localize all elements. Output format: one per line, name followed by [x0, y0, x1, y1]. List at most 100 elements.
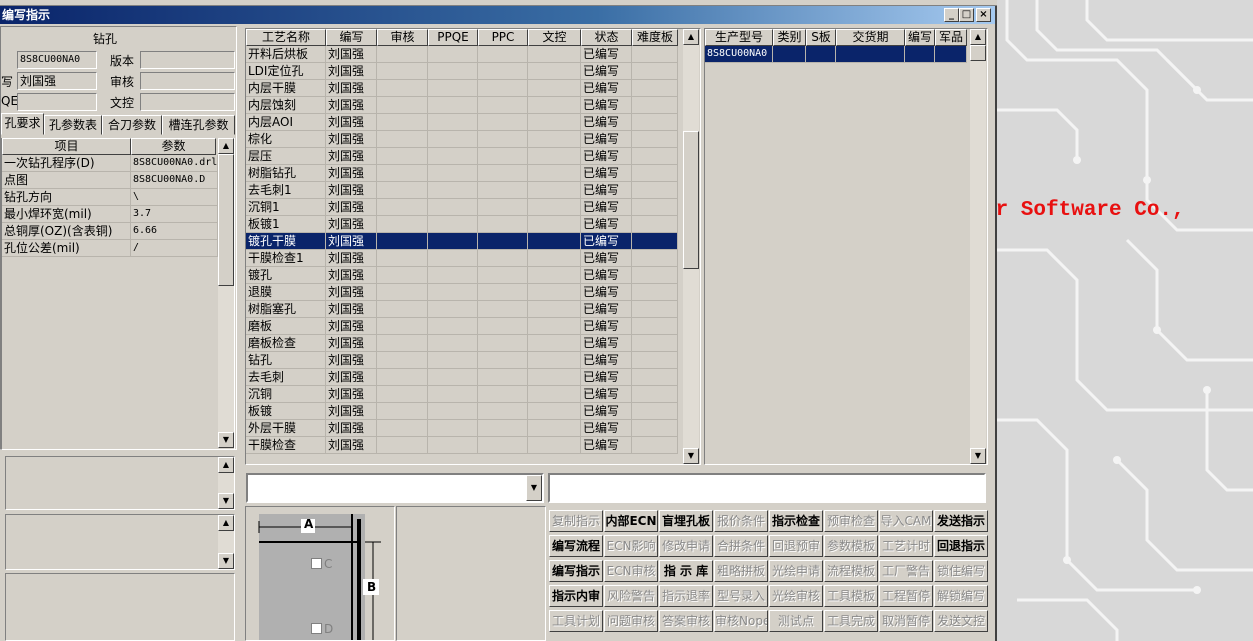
model-scrollbar[interactable]: ▲ ▼ [970, 29, 986, 464]
table-row[interactable]: 镀孔干膜 刘国强 已编写 [246, 233, 678, 250]
remark-input[interactable] [548, 473, 986, 503]
scroll-down-icon[interactable]: ▼ [218, 553, 234, 569]
doc-control-field[interactable] [140, 93, 235, 111]
chevron-down-icon[interactable]: ▼ [526, 475, 542, 501]
col-header-param[interactable]: 参数 [131, 138, 216, 155]
scroll-up-icon[interactable]: ▲ [218, 515, 234, 531]
action-button[interactable]: 工艺计时 [879, 535, 933, 557]
action-button[interactable]: 回退预审 [769, 535, 823, 557]
action-button[interactable]: 问题审核 [604, 610, 658, 632]
checkbox-d[interactable] [311, 623, 322, 634]
action-button[interactable]: 发送指示 [934, 510, 988, 532]
action-button[interactable]: 工程暂停 [879, 585, 933, 607]
action-button[interactable]: 测试点 [769, 610, 823, 632]
action-button[interactable]: 编写流程 [549, 535, 603, 557]
action-button[interactable]: 风险警告 [604, 585, 658, 607]
action-button[interactable]: 锁住编写 [934, 560, 988, 582]
table-row[interactable]: 磨板 刘国强 已编写 [246, 318, 678, 335]
table-row[interactable]: 退膜 刘国强 已编写 [246, 284, 678, 301]
table-row[interactable]: 内层AOI 刘国强 已编写 [246, 114, 678, 131]
scroll-thumb[interactable] [683, 131, 699, 269]
version-field[interactable] [140, 51, 235, 69]
param-scrollbar[interactable]: ▲ ▼ [218, 138, 234, 448]
minimize-button[interactable]: _ [944, 8, 959, 22]
action-button[interactable]: 工具完成 [824, 610, 878, 632]
param-row[interactable]: 最小焊环宽(mil) 3.7 [2, 206, 218, 223]
tab-hole-requirements[interactable]: 孔要求 [1, 113, 44, 135]
close-button[interactable]: × [976, 8, 991, 22]
process-scrollbar[interactable]: ▲ ▼ [683, 29, 699, 464]
action-button[interactable]: 报价条件 [714, 510, 768, 532]
table-row[interactable]: 树脂塞孔 刘国强 已编写 [246, 301, 678, 318]
action-button[interactable]: ECN影响 [604, 535, 658, 557]
action-button[interactable]: 预审检查 [824, 510, 878, 532]
table-row[interactable]: 沉铜 刘国强 已编写 [246, 386, 678, 403]
tab-hole-params[interactable]: 孔参数表 [44, 115, 102, 135]
window-title-bar[interactable]: 编写指示 [0, 6, 995, 24]
table-row[interactable]: 磨板检查 刘国强 已编写 [246, 335, 678, 352]
col-header-model[interactable]: 军品 [935, 29, 967, 46]
action-button[interactable]: 型号录入 [714, 585, 768, 607]
maximize-button[interactable]: □ [959, 8, 974, 22]
scroll-down-icon[interactable]: ▼ [970, 448, 986, 464]
table-row[interactable]: 沉铜1 刘国强 已编写 [246, 199, 678, 216]
col-header-process[interactable]: 难度板 [632, 29, 678, 46]
col-header-model[interactable]: S板 [806, 29, 836, 46]
action-button[interactable]: 流程模板 [824, 560, 878, 582]
writer-field[interactable]: 刘国强 [17, 72, 97, 90]
action-button[interactable]: 工具计划 [549, 610, 603, 632]
action-button[interactable]: 发送文控 [934, 610, 988, 632]
scroll-thumb[interactable] [218, 154, 234, 286]
table-row[interactable]: 外层干膜 刘国强 已编写 [246, 420, 678, 437]
scroll-up-icon[interactable]: ▲ [683, 29, 699, 45]
scroll-down-icon[interactable]: ▼ [683, 448, 699, 464]
process-combo[interactable]: ▼ [246, 473, 544, 503]
action-button[interactable]: 编写指示 [549, 560, 603, 582]
action-button[interactable]: 指示检查 [769, 510, 823, 532]
memo1-scrollbar[interactable]: ▲ ▼ [218, 457, 234, 509]
table-row[interactable]: 板镀1 刘国强 已编写 [246, 216, 678, 233]
action-button[interactable]: 修改申请 [659, 535, 713, 557]
table-row[interactable]: 棕化 刘国强 已编写 [246, 131, 678, 148]
table-row[interactable]: 钻孔 刘国强 已编写 [246, 352, 678, 369]
col-header-process[interactable]: 状态 [581, 29, 632, 46]
scroll-down-icon[interactable]: ▼ [218, 432, 234, 448]
col-header-process[interactable]: 工艺名称 [246, 29, 326, 46]
action-button[interactable]: 光绘审核 [769, 585, 823, 607]
action-button[interactable]: 指示退率 [659, 585, 713, 607]
table-row[interactable]: 镀孔 刘国强 已编写 [246, 267, 678, 284]
action-button[interactable]: 光绘申请 [769, 560, 823, 582]
action-button[interactable]: 盲埋孔板 [659, 510, 713, 532]
col-header-process[interactable]: 编写 [326, 29, 377, 46]
table-row[interactable]: 开料后烘板 刘国强 已编写 [246, 46, 678, 63]
col-header-model[interactable]: 编写 [905, 29, 935, 46]
table-row[interactable]: 树脂钻孔 刘国强 已编写 [246, 165, 678, 182]
table-row[interactable]: 干膜检查 刘国强 已编写 [246, 437, 678, 454]
action-button[interactable]: 导入CAM [879, 510, 933, 532]
table-row[interactable]: 内层干膜 刘国强 已编写 [246, 80, 678, 97]
col-header-item[interactable]: 项目 [2, 138, 131, 155]
reviewer-field[interactable] [140, 72, 235, 90]
pqe-field[interactable] [17, 93, 97, 111]
action-button[interactable]: 粗略拼板 [714, 560, 768, 582]
col-header-model[interactable]: 类别 [773, 29, 806, 46]
col-header-process[interactable]: PPC [478, 29, 528, 46]
table-row[interactable]: 板镀 刘国强 已编写 [246, 403, 678, 420]
action-button[interactable]: 指示内审 [549, 585, 603, 607]
memo-box-2[interactable]: ▲ ▼ [5, 514, 235, 570]
col-header-process[interactable]: 文控 [528, 29, 581, 46]
scroll-thumb[interactable] [970, 45, 986, 61]
action-button[interactable]: ECN审核 [604, 560, 658, 582]
action-button[interactable]: 工具模板 [824, 585, 878, 607]
scroll-down-icon[interactable]: ▼ [218, 493, 234, 509]
param-row[interactable]: 钻孔方向 \ [2, 189, 218, 206]
memo-box-1[interactable]: ▲ ▼ [5, 456, 235, 510]
col-header-process[interactable]: PPQE [428, 29, 478, 46]
param-row[interactable]: 点图 8S8CU00NA0.D [2, 172, 218, 189]
table-row[interactable]: 去毛刺 刘国强 已编写 [246, 369, 678, 386]
tab-tool-params[interactable]: 合刀参数 [102, 115, 162, 135]
action-button[interactable]: 答案审核 [659, 610, 713, 632]
param-row[interactable]: 一次钻孔程序(D) 8S8CU00NA0.drl [2, 155, 218, 172]
tab-slot-params[interactable]: 槽连孔参数 [162, 115, 235, 135]
col-header-model[interactable]: 生产型号 [705, 29, 773, 46]
